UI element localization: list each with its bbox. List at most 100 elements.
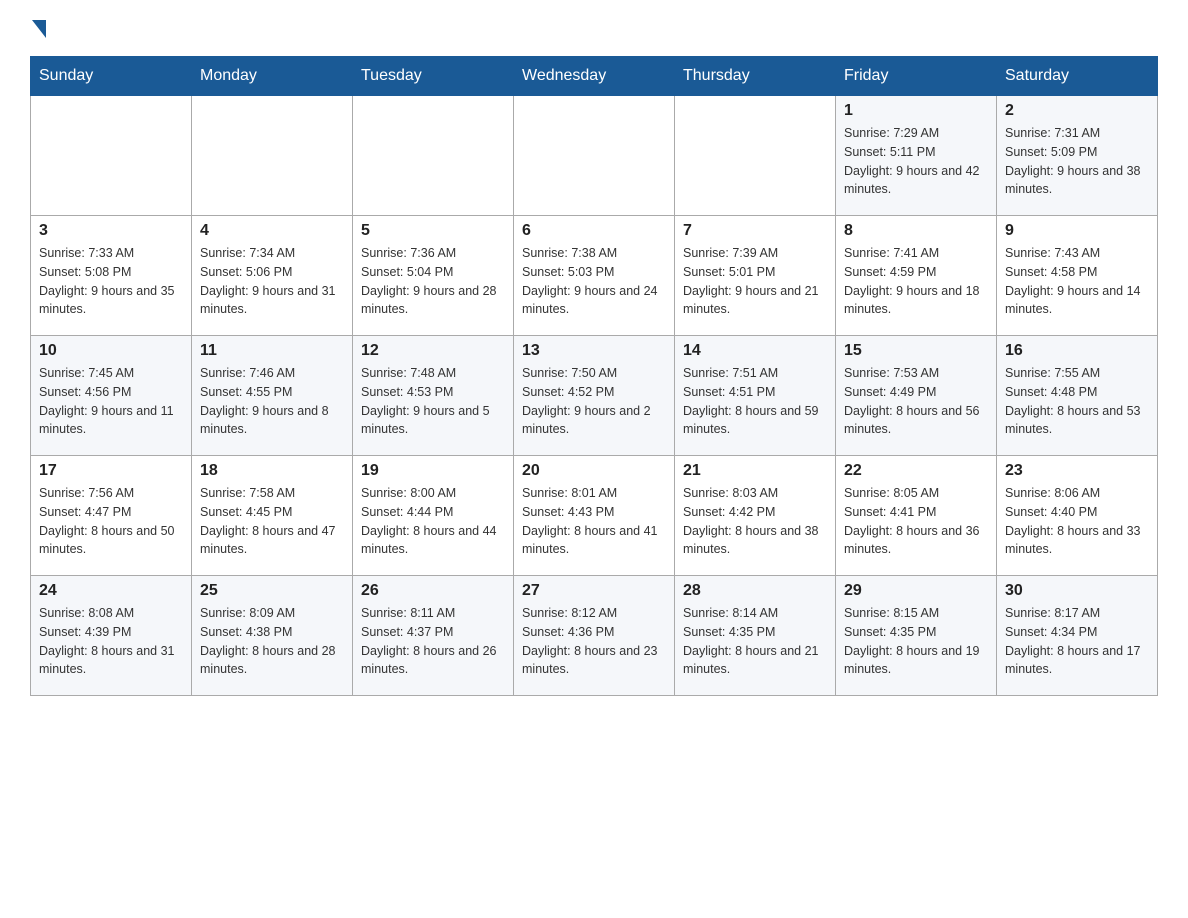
day-header-tuesday: Tuesday bbox=[353, 57, 514, 96]
calendar-cell: 10 Sunrise: 7:45 AMSunset: 4:56 PMDayligh… bbox=[31, 336, 192, 456]
calendar-week-row: 17 Sunrise: 7:56 AMSunset: 4:47 PMDayligh… bbox=[31, 456, 1158, 576]
day-number: 13 bbox=[522, 342, 666, 360]
calendar-cell: 28 Sunrise: 8:14 AMSunset: 4:35 PMDayligh… bbox=[675, 576, 836, 696]
calendar-cell: 2Sunrise: 7:31 AMSunset: 5:09 PMDaylight… bbox=[997, 96, 1158, 216]
calendar-cell: 6 Sunrise: 7:38 AMSunset: 5:03 PMDaylight… bbox=[514, 216, 675, 336]
day-number: 25 bbox=[200, 582, 344, 600]
day-info: Sunrise: 8:05 AMSunset: 4:41 PMDaylight:… bbox=[844, 484, 988, 559]
day-number: 15 bbox=[844, 342, 988, 360]
calendar-cell bbox=[192, 96, 353, 216]
day-number: 9 bbox=[1005, 222, 1149, 240]
day-number: 4 bbox=[200, 222, 344, 240]
day-info: Sunrise: 8:12 AMSunset: 4:36 PMDaylight:… bbox=[522, 604, 666, 679]
calendar-cell: 25 Sunrise: 8:09 AMSunset: 4:38 PMDayligh… bbox=[192, 576, 353, 696]
day-info: Sunrise: 7:29 AMSunset: 5:11 PMDaylight:… bbox=[844, 124, 988, 199]
day-info: Sunrise: 8:08 AMSunset: 4:39 PMDaylight:… bbox=[39, 604, 183, 679]
day-number: 19 bbox=[361, 462, 505, 480]
day-info: Sunrise: 7:48 AMSunset: 4:53 PMDaylight:… bbox=[361, 364, 505, 439]
day-number: 5 bbox=[361, 222, 505, 240]
calendar-cell bbox=[31, 96, 192, 216]
calendar-cell: 12 Sunrise: 7:48 AMSunset: 4:53 PMDayligh… bbox=[353, 336, 514, 456]
day-info: Sunrise: 7:43 AMSunset: 4:58 PMDaylight:… bbox=[1005, 244, 1149, 319]
calendar-cell: 14 Sunrise: 7:51 AMSunset: 4:51 PMDayligh… bbox=[675, 336, 836, 456]
day-header-monday: Monday bbox=[192, 57, 353, 96]
calendar-cell: 24 Sunrise: 8:08 AMSunset: 4:39 PMDayligh… bbox=[31, 576, 192, 696]
day-info: Sunrise: 7:45 AMSunset: 4:56 PMDaylight:… bbox=[39, 364, 183, 439]
day-info: Sunrise: 7:38 AMSunset: 5:03 PMDaylight:… bbox=[522, 244, 666, 319]
calendar-header-row: SundayMondayTuesdayWednesdayThursdayFrid… bbox=[31, 57, 1158, 96]
calendar-cell: 15 Sunrise: 7:53 AMSunset: 4:49 PMDayligh… bbox=[836, 336, 997, 456]
calendar-cell: 5 Sunrise: 7:36 AMSunset: 5:04 PMDaylight… bbox=[353, 216, 514, 336]
day-number: 24 bbox=[39, 582, 183, 600]
day-info: Sunrise: 7:53 AMSunset: 4:49 PMDaylight:… bbox=[844, 364, 988, 439]
calendar-week-row: 24 Sunrise: 8:08 AMSunset: 4:39 PMDayligh… bbox=[31, 576, 1158, 696]
calendar-cell: 20 Sunrise: 8:01 AMSunset: 4:43 PMDayligh… bbox=[514, 456, 675, 576]
day-info: Sunrise: 8:15 AMSunset: 4:35 PMDaylight:… bbox=[844, 604, 988, 679]
day-info: Sunrise: 8:06 AMSunset: 4:40 PMDaylight:… bbox=[1005, 484, 1149, 559]
calendar-week-row: 3 Sunrise: 7:33 AMSunset: 5:08 PMDaylight… bbox=[31, 216, 1158, 336]
day-number: 1 bbox=[844, 102, 988, 120]
day-number: 18 bbox=[200, 462, 344, 480]
day-header-thursday: Thursday bbox=[675, 57, 836, 96]
day-info: Sunrise: 7:51 AMSunset: 4:51 PMDaylight:… bbox=[683, 364, 827, 439]
day-info: Sunrise: 7:41 AMSunset: 4:59 PMDaylight:… bbox=[844, 244, 988, 319]
day-info: Sunrise: 8:03 AMSunset: 4:42 PMDaylight:… bbox=[683, 484, 827, 559]
day-number: 27 bbox=[522, 582, 666, 600]
calendar-cell: 21 Sunrise: 8:03 AMSunset: 4:42 PMDayligh… bbox=[675, 456, 836, 576]
day-info: Sunrise: 7:50 AMSunset: 4:52 PMDaylight:… bbox=[522, 364, 666, 439]
day-info: Sunrise: 8:09 AMSunset: 4:38 PMDaylight:… bbox=[200, 604, 344, 679]
page-header bbox=[30, 20, 1158, 36]
day-header-sunday: Sunday bbox=[31, 57, 192, 96]
day-number: 12 bbox=[361, 342, 505, 360]
calendar-cell: 17 Sunrise: 7:56 AMSunset: 4:47 PMDayligh… bbox=[31, 456, 192, 576]
calendar-cell: 29 Sunrise: 8:15 AMSunset: 4:35 PMDayligh… bbox=[836, 576, 997, 696]
calendar-week-row: 1 Sunrise: 7:29 AMSunset: 5:11 PMDaylight… bbox=[31, 96, 1158, 216]
calendar-cell: 27 Sunrise: 8:12 AMSunset: 4:36 PMDayligh… bbox=[514, 576, 675, 696]
day-number: 17 bbox=[39, 462, 183, 480]
calendar-cell: 23Sunrise: 8:06 AMSunset: 4:40 PMDayligh… bbox=[997, 456, 1158, 576]
calendar-cell: 9 Sunrise: 7:43 AMSunset: 4:58 PMDaylight… bbox=[997, 216, 1158, 336]
calendar-cell: 11 Sunrise: 7:46 AMSunset: 4:55 PMDayligh… bbox=[192, 336, 353, 456]
day-info: Sunrise: 8:01 AMSunset: 4:43 PMDaylight:… bbox=[522, 484, 666, 559]
day-info: Sunrise: 8:11 AMSunset: 4:37 PMDaylight:… bbox=[361, 604, 505, 679]
day-number: 11 bbox=[200, 342, 344, 360]
day-info: Sunrise: 7:58 AMSunset: 4:45 PMDaylight:… bbox=[200, 484, 344, 559]
day-info: Sunrise: 7:36 AMSunset: 5:04 PMDaylight:… bbox=[361, 244, 505, 319]
day-number: 30 bbox=[1005, 582, 1149, 600]
day-info: Sunrise: 7:33 AMSunset: 5:08 PMDaylight:… bbox=[39, 244, 183, 319]
calendar-cell: 30 Sunrise: 8:17 AMSunset: 4:34 PMDayligh… bbox=[997, 576, 1158, 696]
calendar-cell: 13 Sunrise: 7:50 AMSunset: 4:52 PMDayligh… bbox=[514, 336, 675, 456]
logo bbox=[30, 20, 48, 36]
calendar-week-row: 10 Sunrise: 7:45 AMSunset: 4:56 PMDayligh… bbox=[31, 336, 1158, 456]
day-info: Sunrise: 8:17 AMSunset: 4:34 PMDaylight:… bbox=[1005, 604, 1149, 679]
day-header-wednesday: Wednesday bbox=[514, 57, 675, 96]
day-number: 29 bbox=[844, 582, 988, 600]
day-info: Sunrise: 7:34 AMSunset: 5:06 PMDaylight:… bbox=[200, 244, 344, 319]
day-number: 3 bbox=[39, 222, 183, 240]
day-number: 14 bbox=[683, 342, 827, 360]
day-number: 7 bbox=[683, 222, 827, 240]
calendar-cell: 3 Sunrise: 7:33 AMSunset: 5:08 PMDaylight… bbox=[31, 216, 192, 336]
day-info: Sunrise: 7:55 AMSunset: 4:48 PMDaylight:… bbox=[1005, 364, 1149, 439]
day-number: 26 bbox=[361, 582, 505, 600]
day-number: 16 bbox=[1005, 342, 1149, 360]
day-info: Sunrise: 7:56 AMSunset: 4:47 PMDaylight:… bbox=[39, 484, 183, 559]
day-number: 21 bbox=[683, 462, 827, 480]
day-number: 2 bbox=[1005, 102, 1149, 120]
day-number: 6 bbox=[522, 222, 666, 240]
day-header-saturday: Saturday bbox=[997, 57, 1158, 96]
day-number: 8 bbox=[844, 222, 988, 240]
logo-triangle-icon bbox=[32, 20, 46, 38]
calendar-cell: 19Sunrise: 8:00 AMSunset: 4:44 PMDayligh… bbox=[353, 456, 514, 576]
day-number: 20 bbox=[522, 462, 666, 480]
calendar-cell bbox=[675, 96, 836, 216]
day-number: 22 bbox=[844, 462, 988, 480]
day-number: 28 bbox=[683, 582, 827, 600]
calendar-cell: 1 Sunrise: 7:29 AMSunset: 5:11 PMDaylight… bbox=[836, 96, 997, 216]
calendar-cell bbox=[514, 96, 675, 216]
day-info: Sunrise: 8:14 AMSunset: 4:35 PMDaylight:… bbox=[683, 604, 827, 679]
calendar-cell: 22 Sunrise: 8:05 AMSunset: 4:41 PMDayligh… bbox=[836, 456, 997, 576]
calendar-cell: 8 Sunrise: 7:41 AMSunset: 4:59 PMDaylight… bbox=[836, 216, 997, 336]
day-number: 10 bbox=[39, 342, 183, 360]
day-info: Sunrise: 7:46 AMSunset: 4:55 PMDaylight:… bbox=[200, 364, 344, 439]
